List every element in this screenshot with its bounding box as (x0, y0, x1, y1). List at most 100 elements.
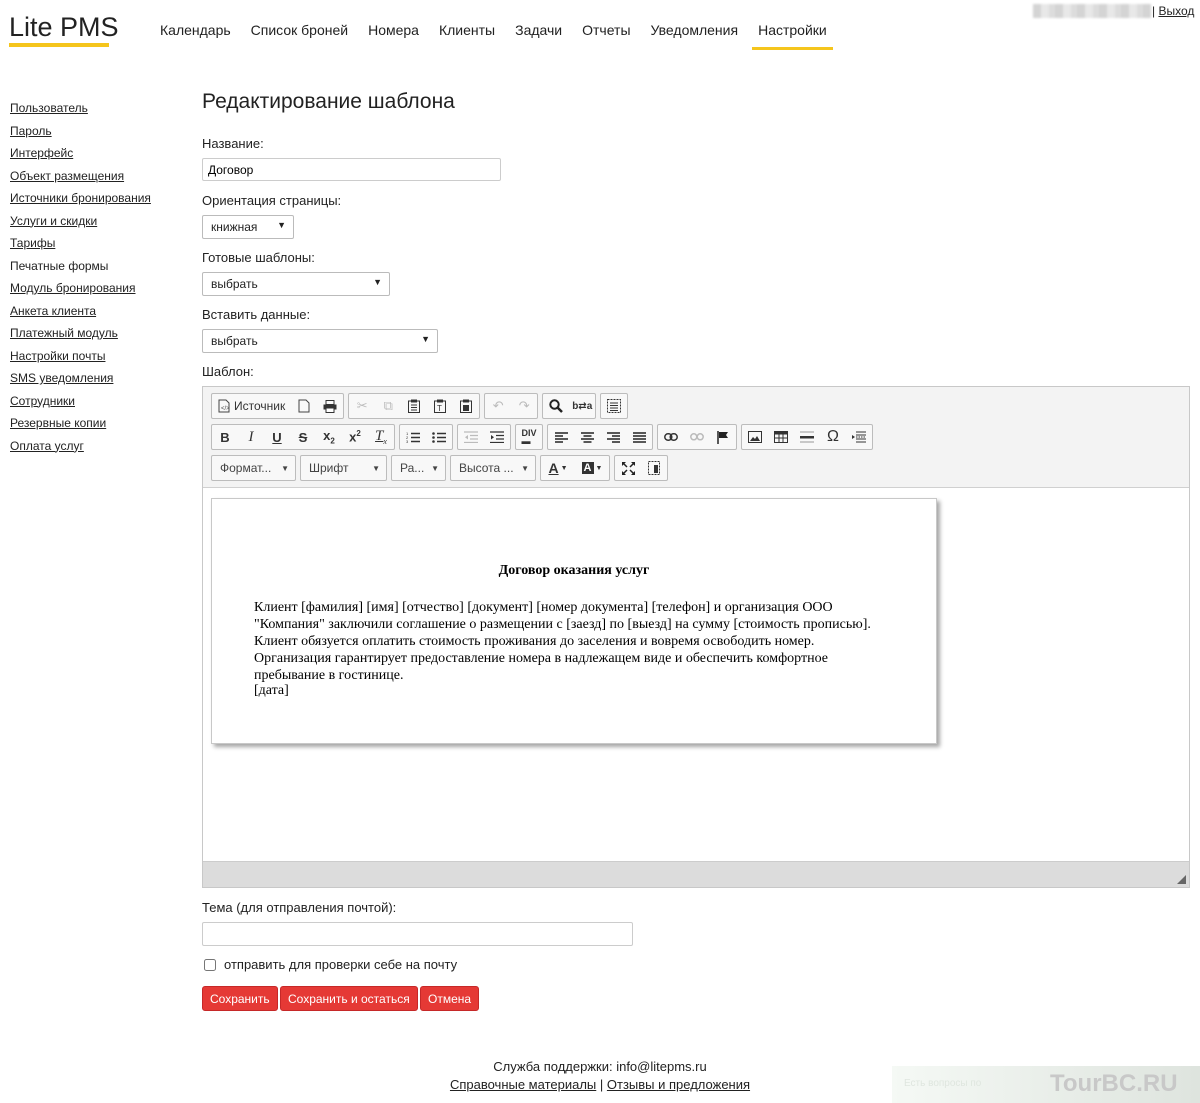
link-button[interactable] (658, 425, 684, 449)
name-input[interactable] (202, 158, 501, 181)
undo-icon: ↶ (492, 398, 504, 413)
editor-content-area[interactable]: Договор оказания услуг Клиент [фамилия] … (203, 487, 1189, 863)
sidebar-item-sms[interactable]: SMS уведомления (10, 367, 151, 390)
align-justify-button[interactable] (626, 425, 652, 449)
line-height-combo[interactable]: Высота ... ▼ (450, 455, 536, 481)
sidebar-item-booking-module[interactable]: Модуль бронирования (10, 277, 151, 300)
align-center-button[interactable] (574, 425, 600, 449)
subject-input[interactable] (202, 922, 633, 946)
align-center-icon (580, 431, 594, 443)
dropdown-arrow-icon: ▼ (277, 220, 286, 230)
sidebar-item-user[interactable]: Пользователь (10, 97, 151, 120)
paste-text-button[interactable]: T (427, 394, 453, 418)
nav-settings[interactable]: Настройки (748, 20, 837, 50)
bold-button[interactable]: B (212, 425, 238, 449)
indent-button[interactable] (484, 425, 510, 449)
new-page-button[interactable] (291, 394, 317, 418)
sidebar-item-billing[interactable]: Оплата услуг (10, 435, 151, 458)
undo-button[interactable]: ↶ (485, 394, 511, 418)
find-button[interactable] (543, 394, 569, 418)
send-test-checkbox[interactable] (204, 958, 216, 971)
show-blocks-button[interactable] (641, 456, 667, 480)
document-page[interactable]: Договор оказания услуг Клиент [фамилия] … (211, 498, 937, 744)
sidebar-item-mail-settings[interactable]: Настройки почты (10, 345, 151, 368)
horizontal-line-button[interactable] (794, 425, 820, 449)
page-break-button[interactable] (846, 425, 872, 449)
numbered-list-button[interactable]: 123 (400, 425, 426, 449)
watermark-overlay: Есть вопросы по TourBC.RU (892, 1066, 1200, 1103)
sidebar-item-backups[interactable]: Резервные копии (10, 412, 151, 435)
dropdown-arrow-icon: ▼ (421, 334, 430, 344)
maximize-icon (621, 461, 635, 475)
strike-button[interactable]: S (290, 425, 316, 449)
nav-rooms[interactable]: Номера (358, 20, 429, 48)
superscript-button[interactable]: x2 (342, 425, 368, 449)
sidebar-item-staff[interactable]: Сотрудники (10, 390, 151, 413)
nav-notifications[interactable]: Уведомления (641, 20, 749, 48)
subscript-icon: x2 (323, 428, 335, 446)
nav-reports[interactable]: Отчеты (572, 20, 640, 48)
ready-templates-select[interactable]: выбрать ▼ (202, 272, 390, 296)
sidebar-item-interface[interactable]: Интерфейс (10, 142, 151, 165)
font-size-combo[interactable]: Ра... ▼ (391, 455, 446, 481)
toolbar-group-insert: Ω (741, 424, 873, 450)
unlink-button[interactable] (684, 425, 710, 449)
toolbar-group-document: </> Источник (211, 393, 345, 419)
paste-word-button[interactable] (453, 394, 479, 418)
nav-calendar[interactable]: Календарь (150, 20, 241, 48)
replace-icon: b⇄a (572, 400, 593, 412)
app-logo[interactable]: Lite PMS (9, 12, 119, 43)
select-all-button[interactable] (601, 394, 627, 418)
nav-clients[interactable]: Клиенты (429, 20, 505, 48)
save-button[interactable]: Сохранить (202, 986, 278, 1011)
align-right-button[interactable] (600, 425, 626, 449)
italic-button[interactable]: I (238, 425, 264, 449)
sidebar-item-payment-module[interactable]: Платежный модуль (10, 322, 151, 345)
subscript-button[interactable]: x2 (316, 425, 342, 449)
sidebar-item-password[interactable]: Пароль (10, 120, 151, 143)
sidebar-item-client-form[interactable]: Анкета клиента (10, 300, 151, 323)
redo-button[interactable]: ↷ (511, 394, 537, 418)
image-button[interactable] (742, 425, 768, 449)
document-body: Клиент [фамилия] [имя] [отчество] [докум… (254, 600, 871, 683)
send-test-label: отправить для проверки себе на почту (224, 957, 458, 972)
nav-tasks[interactable]: Задачи (505, 20, 572, 48)
cut-button[interactable]: ✂ (349, 394, 375, 418)
save-and-stay-button[interactable]: Сохранить и остаться (280, 986, 418, 1011)
ready-templates-value: выбрать (211, 277, 258, 291)
table-button[interactable] (768, 425, 794, 449)
source-button[interactable]: </> Источник (212, 394, 291, 418)
sidebar-item-services[interactable]: Услуги и скидки (10, 210, 151, 233)
paste-icon (408, 399, 421, 413)
insert-data-select[interactable]: выбрать ▼ (202, 329, 438, 353)
special-char-button[interactable]: Ω (820, 425, 846, 449)
bulleted-list-button[interactable] (426, 425, 452, 449)
copy-button[interactable]: ⧉ (375, 394, 401, 418)
create-div-button[interactable]: DIV ▬ (516, 425, 542, 449)
help-link[interactable]: Справочные материалы (450, 1077, 596, 1092)
format-combo[interactable]: Формат... ▼ (211, 455, 296, 481)
chat-widget-text: Есть вопросы по (904, 1078, 982, 1089)
background-color-button[interactable]: A ▼ (575, 456, 609, 480)
underline-button[interactable]: U (264, 425, 290, 449)
logout-link[interactable]: Выход (1158, 4, 1194, 18)
resize-handle[interactable] (1177, 875, 1186, 884)
anchor-button[interactable] (710, 425, 736, 449)
print-button[interactable] (317, 394, 343, 418)
orientation-label: Ориентация страницы: (202, 193, 342, 208)
text-color-button[interactable]: A ▼ (541, 456, 575, 480)
nav-bookings-list[interactable]: Список броней (241, 20, 358, 48)
maximize-button[interactable] (615, 456, 641, 480)
feedback-link[interactable]: Отзывы и предложения (607, 1077, 750, 1092)
replace-button[interactable]: b⇄a (569, 394, 595, 418)
outdent-button[interactable] (458, 425, 484, 449)
sidebar-item-rates[interactable]: Тарифы (10, 232, 151, 255)
paste-button[interactable] (401, 394, 427, 418)
font-combo[interactable]: Шрифт ▼ (300, 455, 387, 481)
sidebar-item-booking-sources[interactable]: Источники бронирования (10, 187, 151, 210)
cancel-button[interactable]: Отмена (420, 986, 480, 1011)
orientation-select[interactable]: книжная ▼ (202, 215, 294, 239)
sidebar-item-property[interactable]: Объект размещения (10, 165, 151, 188)
remove-format-button[interactable]: Tx (368, 425, 394, 449)
align-left-button[interactable] (548, 425, 574, 449)
